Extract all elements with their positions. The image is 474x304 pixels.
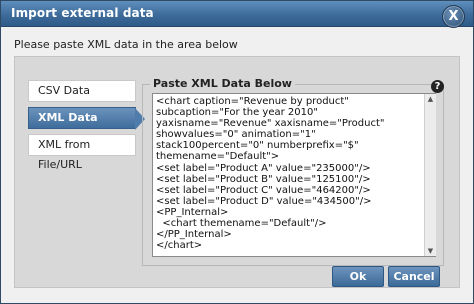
close-icon[interactable]: X xyxy=(442,5,465,28)
help-icon[interactable]: ? xyxy=(431,80,444,93)
dialog-titlebar: Import external data X xyxy=(1,1,473,28)
tab-xml-data[interactable]: XML Data xyxy=(28,107,145,130)
textarea-scrollbar[interactable]: ▲ ▼ xyxy=(424,94,436,256)
dialog-title: Import external data xyxy=(11,6,154,20)
scroll-down-arrow-icon[interactable]: ▼ xyxy=(425,246,436,256)
xml-data-textarea[interactable]: <chart caption="Revenue by product" subc… xyxy=(152,93,436,257)
tab-xml-from-file-url[interactable]: XML from File/URL xyxy=(28,134,136,171)
tab-csv-data[interactable]: CSV Data xyxy=(28,80,136,102)
xml-fieldset-legend: Paste XML Data Below xyxy=(150,77,295,90)
ok-button[interactable]: Ok xyxy=(332,266,384,287)
instruction-text: Please paste XML data in the area below xyxy=(14,38,238,51)
scroll-up-arrow-icon[interactable]: ▲ xyxy=(425,94,436,104)
cancel-button[interactable]: Cancel xyxy=(388,266,440,287)
